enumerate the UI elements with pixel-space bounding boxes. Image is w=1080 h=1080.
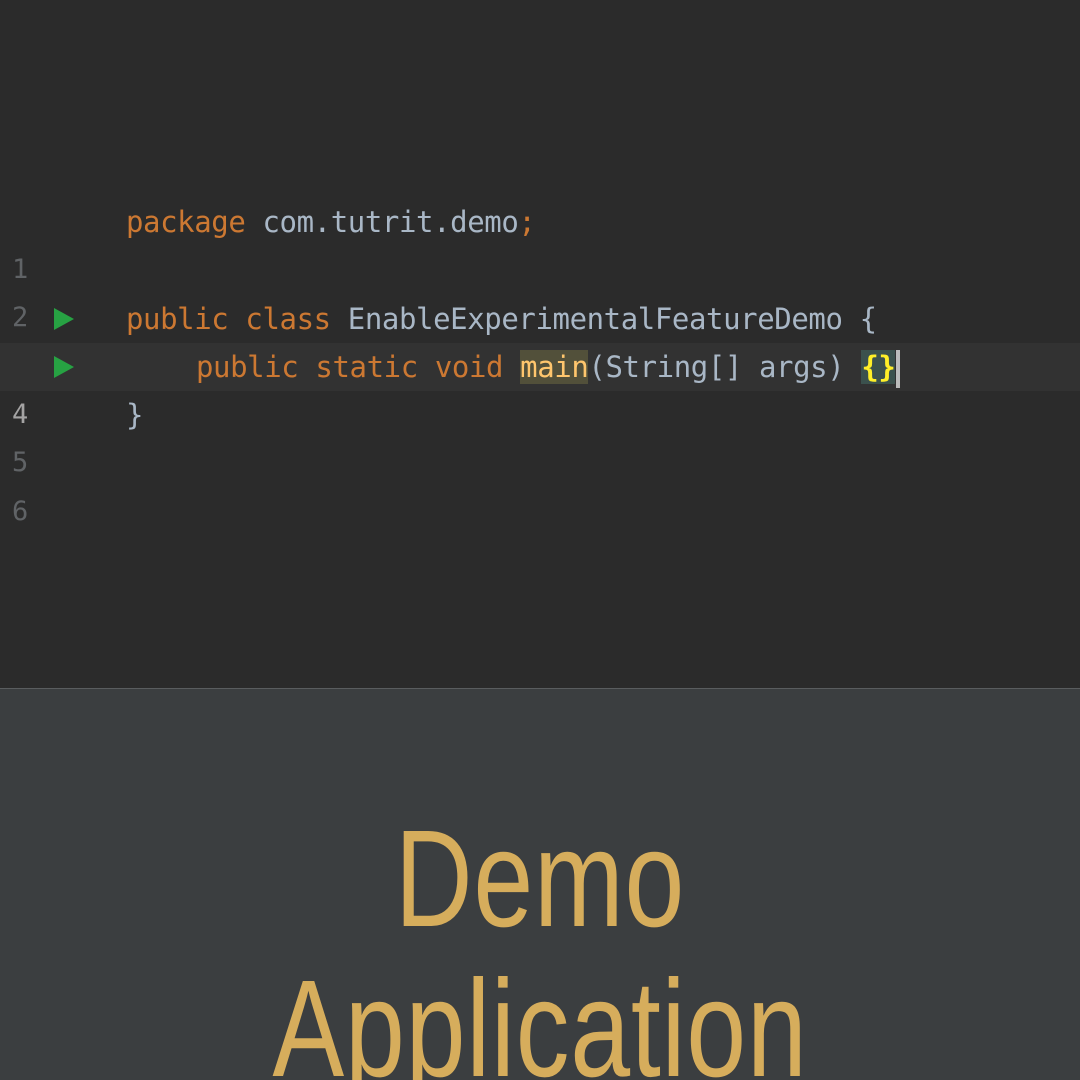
keyword-package: package — [126, 205, 246, 239]
keyword-static: static — [315, 350, 418, 384]
code-line-2[interactable]: 2 — [0, 246, 1080, 333]
closing-brace: } — [126, 398, 144, 432]
keyword-public: public — [196, 350, 299, 384]
keyword-public: public — [126, 302, 229, 336]
code-line-1[interactable]: 1 package com.tutrit.demo; — [0, 198, 1080, 285]
text-caret — [896, 350, 901, 388]
package-name: com.tutrit.demo — [245, 205, 519, 239]
run-main-icon[interactable] — [54, 356, 74, 378]
keyword-class: class — [245, 302, 331, 336]
line-number: 6 — [12, 496, 29, 527]
method-name-main[interactable]: main — [520, 350, 589, 384]
matched-braces: {} — [861, 350, 896, 384]
banner-title: Demo Application — [272, 802, 808, 1080]
semicolon: ; — [518, 205, 536, 239]
code-line-3[interactable]: 3 public class EnableExperimentalFeature… — [0, 295, 1080, 382]
code-editor[interactable]: 1 package com.tutrit.demo; 2 3 public cl… — [0, 0, 1080, 688]
code-text[interactable]: package com.tutrit.demo; — [126, 198, 536, 246]
code-text[interactable]: public class EnableExperimentalFeatureDe… — [126, 295, 877, 343]
code-line-5[interactable]: 5 } — [0, 391, 1080, 478]
class-name: EnableExperimentalFeatureDemo { — [330, 302, 877, 336]
title-banner: Demo Application — [0, 689, 1080, 1080]
page: 1 package com.tutrit.demo; 2 3 public cl… — [0, 0, 1080, 1080]
code-line-6[interactable]: 6 — [0, 440, 1080, 527]
code-line-4-current[interactable]: 4 public static void main(String[] args)… — [0, 343, 1080, 430]
keyword-void: void — [434, 350, 504, 384]
method-parameters: (String[] args) — [588, 350, 862, 384]
code-text[interactable]: } — [126, 391, 143, 439]
run-class-icon[interactable] — [54, 308, 74, 330]
code-text[interactable]: public static void main(String[] args) {… — [196, 343, 901, 391]
